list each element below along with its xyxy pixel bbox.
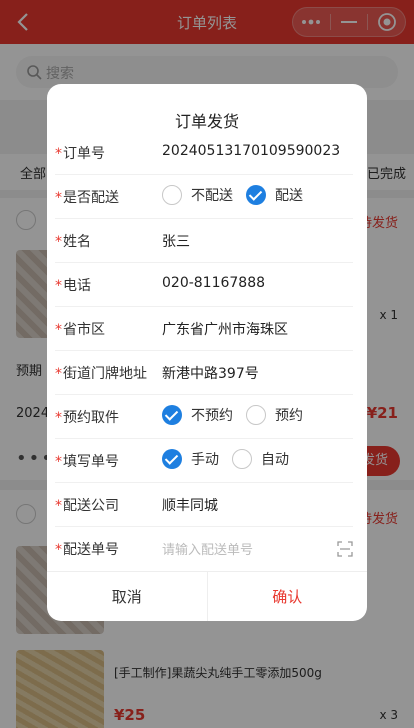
fill-no-row: *填写单号 手动 自动: [55, 439, 353, 483]
radio-checked-icon: [246, 185, 266, 205]
company-select[interactable]: 顺丰同城: [162, 495, 218, 515]
dialog-title: 订单发货: [174, 112, 239, 131]
street-field[interactable]: 新港中路397号: [162, 363, 259, 383]
delivery-row: *是否配送 不配送 配送: [55, 175, 353, 219]
required-mark: *: [55, 322, 62, 338]
radio-off-icon: [162, 185, 182, 205]
cancel-button[interactable]: 取消: [47, 572, 208, 621]
required-mark: *: [55, 542, 62, 558]
street-label: 街道门牌地址: [63, 366, 147, 382]
required-mark: *: [55, 366, 62, 382]
scan-icon[interactable]: [337, 541, 353, 557]
tracking-input[interactable]: 请输入配送单号: [162, 539, 253, 558]
required-mark: *: [55, 190, 62, 206]
pickup-option-none[interactable]: 不预约: [162, 405, 233, 425]
radio-off-icon: [246, 405, 266, 425]
pickup-row: *预约取件 不预约 预约: [55, 395, 353, 439]
phone-row: *电话 020-81167888: [55, 263, 353, 307]
company-row: *配送公司 顺丰同城: [55, 483, 353, 527]
delivery-option-yes[interactable]: 配送: [246, 185, 303, 205]
delivery-option-no[interactable]: 不配送: [162, 185, 233, 205]
confirm-button[interactable]: 确认: [208, 572, 368, 621]
name-row: *姓名 张三: [55, 219, 353, 263]
radio-off-icon: [232, 449, 252, 469]
phone-label: 电话: [63, 278, 91, 294]
name-label: 姓名: [63, 234, 91, 250]
tracking-label: 配送单号: [63, 542, 119, 558]
tracking-row: *配送单号 请输入配送单号: [55, 527, 353, 571]
required-mark: *: [55, 234, 62, 250]
order-no-row: *订单号 20240513170109590023: [55, 131, 353, 175]
fill-no-label: 填写单号: [63, 454, 119, 470]
region-label: 省市区: [63, 322, 105, 338]
radio-checked-icon: [162, 405, 182, 425]
required-mark: *: [55, 278, 62, 294]
order-no-value: 20240513170109590023: [162, 143, 341, 159]
dialog-footer: 取消 确认: [47, 571, 367, 621]
company-label: 配送公司: [63, 498, 119, 514]
required-mark: *: [55, 454, 62, 470]
required-mark: *: [55, 146, 62, 162]
region-row: *省市区 广东省广州市海珠区: [55, 307, 353, 351]
ship-order-dialog: 订单发货 *订单号 20240513170109590023 *是否配送 不配送…: [47, 84, 367, 621]
delivery-label: 是否配送: [63, 190, 119, 206]
required-mark: *: [55, 410, 62, 426]
fill-option-manual[interactable]: 手动: [162, 449, 219, 469]
pickup-option-book[interactable]: 预约: [246, 405, 303, 425]
name-field[interactable]: 张三: [162, 231, 190, 251]
order-no-label: 订单号: [63, 146, 105, 162]
street-row: *街道门牌地址 新港中路397号: [55, 351, 353, 395]
region-field[interactable]: 广东省广州市海珠区: [162, 319, 288, 339]
radio-checked-icon: [162, 449, 182, 469]
pickup-label: 预约取件: [63, 410, 119, 426]
fill-option-auto[interactable]: 自动: [232, 449, 289, 469]
required-mark: *: [55, 498, 62, 514]
phone-field[interactable]: 020-81167888: [162, 275, 265, 291]
